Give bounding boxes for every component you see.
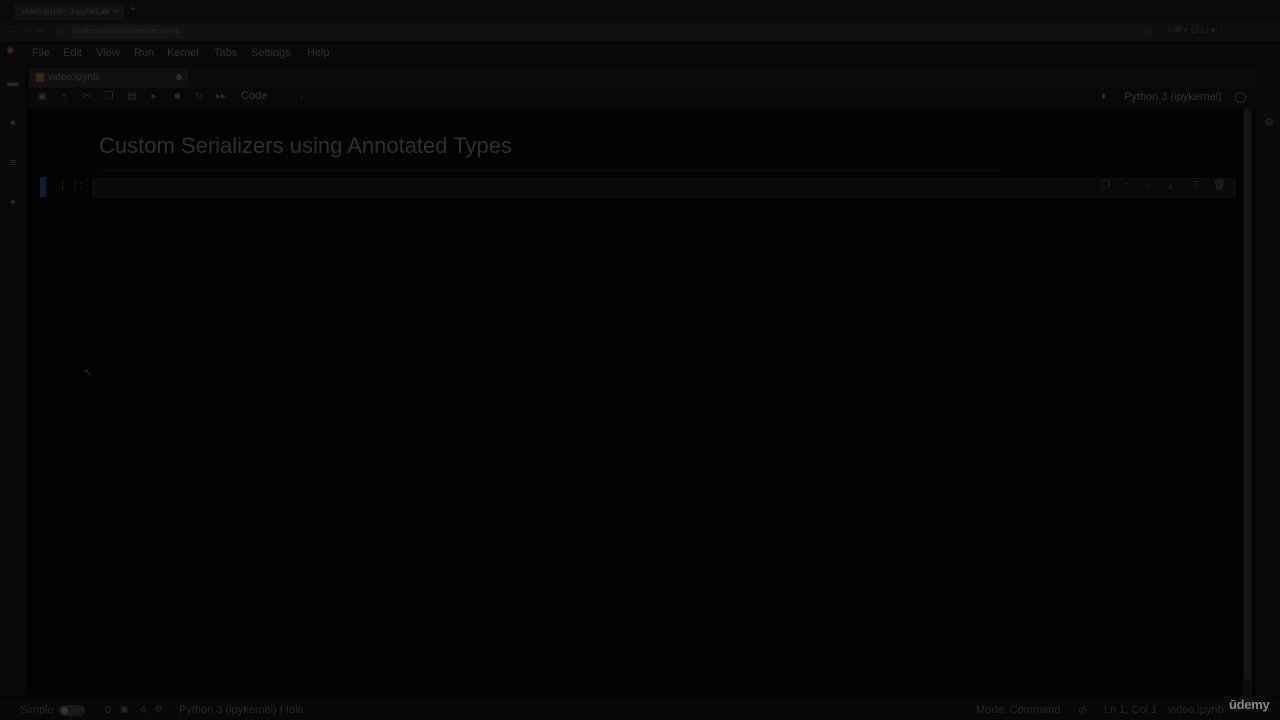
cut-icon[interactable]: ✂ [80,91,94,102]
browser-tab-title: video.ipynb - JupyterLab [22,7,110,16]
terminal-count: 0 [105,704,112,716]
extensions-icon[interactable]: ☆ ⚙ ◐ ▢ ▢ ● ⋮ [1165,25,1225,34]
cursor-position[interactable]: Ln 1, Col 1 [1104,704,1157,716]
stop-icon[interactable]: ■ [170,91,184,102]
kernel-status-icon [1235,92,1246,103]
scrollbar-thumb[interactable] [1244,110,1251,680]
copy-icon[interactable]: ❐ [102,91,116,102]
toc-icon[interactable]: ≡ [6,156,20,170]
simple-mode-toggle[interactable] [59,705,85,716]
chevron-down-icon[interactable]: ⌄ [298,92,305,101]
udemy-watermark: ūdemy [1229,697,1270,712]
paste-icon[interactable]: ▤ [125,91,139,102]
notebook-toolbar [28,88,1256,108]
back-icon[interactable]: ← [8,25,17,35]
menu-tabs[interactable]: Tabs [214,47,237,59]
move-down-icon[interactable]: ↓ [1146,180,1151,191]
duplicate-cell-icon[interactable]: ❐ [1101,180,1110,191]
property-inspector-icon[interactable]: ⚙ [1262,116,1276,130]
fast-forward-icon[interactable]: ▸▸ [214,91,228,102]
bell-icon[interactable]: ♦ [1101,91,1106,102]
menu-kernel[interactable]: Kernel [167,47,199,59]
address-bar[interactable]: localhost:8888/lab/tree/video.ipynb [54,25,1154,39]
folder-icon[interactable]: ▬ [6,76,20,90]
insert-below-icon[interactable]: ⤓ [1168,180,1172,191]
active-cell-indicator [40,177,46,197]
menu-help[interactable]: Help [307,47,330,59]
cell-type-select[interactable]: Code [241,90,267,102]
save-icon[interactable]: ▣ [35,91,49,102]
status-filename: video.ipynb [1168,704,1224,716]
mode-indicator: Mode: Command [976,704,1061,716]
divider [99,170,999,171]
kernel-count: 4 [140,704,147,716]
menu-view[interactable]: View [96,47,120,59]
forward-icon[interactable]: → [22,25,31,35]
add-cell-icon[interactable]: + [57,91,71,102]
browser-tab[interactable]: video.ipynb - JupyterLab × [14,3,124,20]
terminal-icon: ▣ [120,704,129,714]
markdown-heading: Custom Serializers using Annotated Types [99,133,512,158]
simple-mode-label: Simple [20,704,54,716]
new-tab-button[interactable]: + [130,4,136,15]
unsaved-dot-icon[interactable] [176,74,182,80]
kernel-name[interactable]: Python 3 (ipykernel) [1124,91,1222,103]
kernel-status[interactable]: Python 3 (ipykernel) | Idle [179,704,304,716]
run-icon[interactable]: ▸ [147,91,161,102]
menu-edit[interactable]: Edit [63,47,82,59]
notebook-tab-label: video.ipynb [48,72,99,83]
notebook-tab[interactable]: video.ipynb [30,68,188,87]
close-icon[interactable]: × [113,3,118,20]
menu-settings[interactable]: Settings [251,47,291,59]
notebook-icon [36,73,44,82]
kernel-icon: ⚙ [154,704,163,715]
restart-icon[interactable]: ↻ [192,91,206,102]
document-tab-bar [28,66,1256,88]
mouse-cursor-icon: ↖ [84,367,92,377]
menu-run[interactable]: Run [134,47,154,59]
code-cell-input[interactable] [93,178,1235,198]
running-icon[interactable]: ● [6,116,20,130]
right-sidebar [1256,65,1280,695]
browser-tab-bar [0,0,1280,22]
move-up-icon[interactable]: ↑ [1124,180,1129,191]
insert-above-icon[interactable]: ⊤ [1191,180,1200,191]
extension-icon[interactable]: ✦ [6,196,20,210]
menu-file[interactable]: File [32,47,50,59]
delete-cell-icon[interactable]: 🗑 [1213,180,1226,191]
sync-icon: ⊘ [1078,705,1088,717]
reload-icon[interactable]: ⟳ [37,25,45,36]
cell-prompt: [ ]: [60,181,85,192]
jupyter-logo-icon: ◉ [6,45,15,56]
